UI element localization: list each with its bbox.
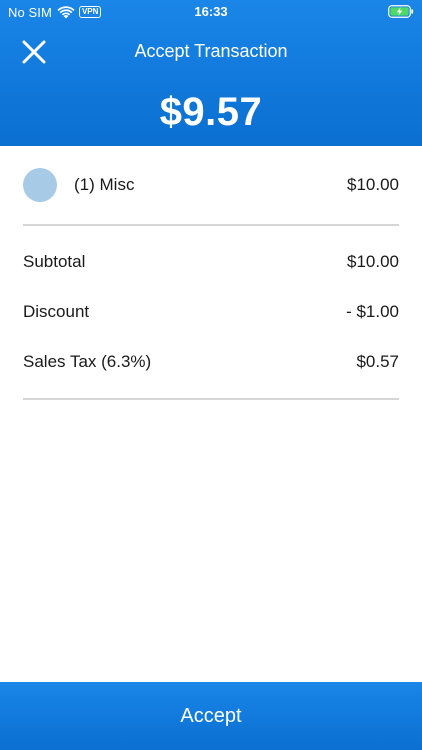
item-price: $10.00 <box>347 175 399 194</box>
sales-tax-row: Sales Tax (6.3%) $0.57 <box>23 351 399 373</box>
status-time: 16:33 <box>194 4 228 19</box>
line-item: (1) Misc $10.00 <box>0 164 422 208</box>
divider <box>23 398 399 400</box>
item-avatar <box>23 168 57 202</box>
discount-value: - $1.00 <box>346 302 399 321</box>
accept-button[interactable]: Accept <box>0 682 422 750</box>
subtotal-label: Subtotal <box>23 252 86 271</box>
item-label: (1) Misc <box>74 175 135 194</box>
discount-label: Discount <box>23 302 90 321</box>
status-bar: No SIM VPN 16:33 <box>0 0 422 24</box>
divider <box>23 224 399 226</box>
subtotal-value: $10.00 <box>347 252 399 271</box>
subtotal-row: Subtotal $10.00 <box>23 251 399 273</box>
battery-charging-icon <box>388 5 414 18</box>
sales-tax-label: Sales Tax (6.3%) <box>23 352 152 371</box>
page-title: Accept Transaction <box>134 41 288 61</box>
discount-row: Discount - $1.00 <box>23 301 399 323</box>
header: No SIM VPN 16:33 Accept Transaction $9.5… <box>0 0 422 146</box>
sales-tax-value: $0.57 <box>356 352 399 371</box>
transaction-total: $9.57 <box>159 90 263 134</box>
